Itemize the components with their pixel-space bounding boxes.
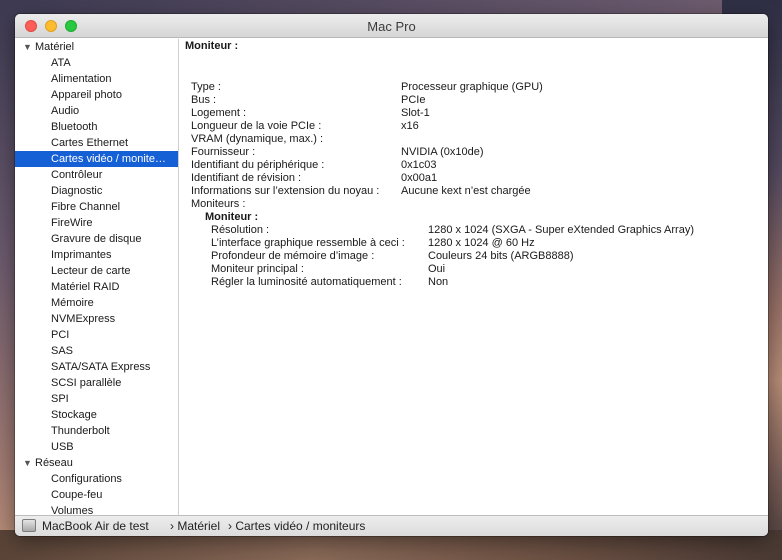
sidebar-item[interactable]: Volumes <box>15 503 178 515</box>
property-label: VRAM (dynamique, max.) : <box>191 133 324 145</box>
title-bar[interactable]: Mac Pro <box>15 14 768 38</box>
property-value: Slot-1 <box>401 107 430 119</box>
sidebar-group-0[interactable]: ▼ Matériel <box>15 39 178 55</box>
sidebar-item[interactable]: SATA/SATA Express <box>15 359 178 375</box>
sidebar[interactable]: ▼ Matériel ATA Alimentation Appareil photo Au… <box>15 39 179 515</box>
sidebar-item[interactable]: ATA <box>15 55 178 71</box>
disclosure-triangle-icon[interactable]: ▼ <box>23 455 35 471</box>
monitor-property-label: Résolution : <box>211 224 270 236</box>
breadcrumb-item[interactable]: › Cartes vidéo / moniteurs <box>228 519 365 533</box>
property-label: Fournisseur : <box>191 146 256 158</box>
system-information-window: Mac Pro ▼ Matériel ATA Alimentation Appareil… <box>15 14 768 536</box>
sidebar-item[interactable]: Matériel RAID <box>15 279 178 295</box>
sidebar-item[interactable]: Stockage <box>15 407 178 423</box>
sidebar-item[interactable]: FireWire <box>15 215 178 231</box>
sidebar-item[interactable]: Contrôleur <box>15 167 178 183</box>
monitor-property-label: Moniteur principal : <box>211 263 304 275</box>
property-label: Identifiant du périphérique : <box>191 159 325 171</box>
property-value: Processeur graphique (GPU) <box>401 81 543 93</box>
sidebar-item[interactable]: SPI <box>15 391 178 407</box>
sidebar-item[interactable]: Configurations <box>15 471 178 487</box>
sidebar-item[interactable]: Cartes Ethernet <box>15 135 178 151</box>
sidebar-item[interactable]: Bluetooth <box>15 119 178 135</box>
monitor-property-value: Oui <box>428 263 446 275</box>
sidebar-group-label: Réseau <box>35 457 73 469</box>
property-value: Aucune kext n’est chargée <box>401 185 531 197</box>
sidebar-item[interactable]: Thunderbolt <box>15 423 178 439</box>
property-label: Bus : <box>191 94 217 106</box>
monitor-subheading: Moniteur : <box>205 211 259 223</box>
sidebar-group-1[interactable]: ▼ Réseau <box>15 455 178 471</box>
disclosure-triangle-icon[interactable]: ▼ <box>23 39 35 55</box>
breadcrumb-item[interactable]: MacBook Air de test <box>42 519 149 533</box>
window-title: Mac Pro <box>367 19 416 34</box>
detail-pane: Moniteur : Type : Processeur graphique (G… <box>180 39 768 515</box>
property-label: Longueur de la voie PCIe : <box>191 120 322 132</box>
sidebar-item[interactable]: Mémoire <box>15 295 178 311</box>
sidebar-item[interactable]: PCI <box>15 327 178 343</box>
sidebar-item[interactable]: NVMExpress <box>15 311 178 327</box>
property-value: NVIDIA (0x10de) <box>401 146 484 158</box>
sidebar-item[interactable]: Imprimantes <box>15 247 178 263</box>
sidebar-item[interactable]: Gravure de disque <box>15 231 178 247</box>
sidebar-item[interactable]: USB <box>15 439 178 455</box>
sidebar-item[interactable]: Diagnostic <box>15 183 178 199</box>
property-label: Moniteurs : <box>191 198 246 210</box>
property-value: x16 <box>401 120 419 132</box>
sidebar-item[interactable]: Appareil photo <box>15 87 178 103</box>
computer-icon <box>22 519 36 532</box>
breadcrumb-item[interactable]: › Matériel <box>170 519 220 533</box>
property-label: Logement : <box>191 107 247 119</box>
monitor-property-label: L’interface graphique ressemble à ceci : <box>211 237 405 249</box>
monitor-property-label: Régler la luminosité automatiquement : <box>211 276 402 288</box>
sidebar-item[interactable]: Audio <box>15 103 178 119</box>
sidebar-item[interactable]: SCSI parallèle <box>15 375 178 391</box>
property-label: Informations sur l’extension du noyau : <box>191 185 380 197</box>
sidebar-item[interactable]: Fibre Channel <box>15 199 178 215</box>
sidebar-item[interactable]: Cartes vidéo / monite… <box>15 151 178 167</box>
sidebar-item[interactable]: Coupe-feu <box>15 487 178 503</box>
sidebar-item[interactable]: Alimentation <box>15 71 178 87</box>
monitor-property-value: 1280 x 1024 (SXGA - Super eXtended Graph… <box>428 224 694 236</box>
monitor-property-value: 1280 x 1024 @ 60 Hz <box>428 237 535 249</box>
detail-heading: Moniteur : <box>185 40 239 52</box>
monitor-property-label: Profondeur de mémoire d’image : <box>211 250 375 262</box>
monitor-property-value: Non <box>428 276 449 288</box>
path-bar: MacBook Air de test › Matériel › Cartes vi… <box>15 515 768 536</box>
sidebar-item[interactable]: SAS <box>15 343 178 359</box>
property-value: 0x00a1 <box>401 172 438 184</box>
monitor-property-value: Couleurs 24 bits (ARGB8888) <box>428 250 574 262</box>
sidebar-item[interactable]: Lecteur de carte <box>15 263 178 279</box>
property-value: PCIe <box>401 94 426 106</box>
sidebar-group-label: Matériel <box>35 41 75 53</box>
property-label: Identifiant de révision : <box>191 172 302 184</box>
property-label: Type : <box>191 81 221 93</box>
property-value: 0x1c03 <box>401 159 437 171</box>
